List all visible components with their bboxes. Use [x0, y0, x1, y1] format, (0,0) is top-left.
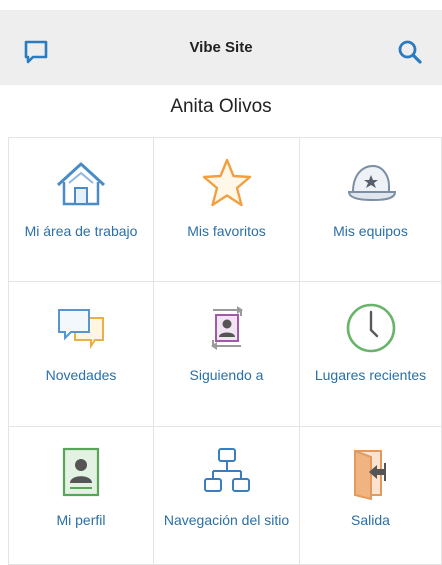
tile-label: Navegación del sitio	[163, 512, 290, 528]
search-button[interactable]	[396, 38, 424, 66]
tile-recent-places[interactable]: Lugares recientes	[300, 282, 442, 427]
menu-grid: Mi área de trabajo Mis favoritos Mis equ…	[8, 137, 442, 565]
tile-label: Siguiendo a	[189, 367, 264, 383]
tile-label: Mis favoritos	[187, 223, 266, 239]
user-name: Anita Olivos	[170, 96, 272, 117]
tile-my-teams[interactable]: Mis equipos	[300, 138, 442, 282]
tile-label: Mis equipos	[333, 223, 408, 239]
tile-label: Lugares recientes	[314, 367, 427, 383]
app-header: Vibe Site	[0, 10, 442, 85]
clock-icon	[346, 303, 395, 353]
tile-news[interactable]: Novedades	[8, 282, 154, 427]
following-icon	[210, 306, 243, 350]
tile-my-workspace[interactable]: Mi área de trabajo	[8, 138, 154, 282]
logout-door-icon	[353, 449, 386, 501]
tile-site-navigation[interactable]: Navegación del sitio	[154, 427, 300, 565]
tile-label: Mi área de trabajo	[24, 223, 138, 239]
tile-logout[interactable]: Salida	[300, 427, 442, 565]
home-icon	[56, 162, 106, 206]
speech-bubbles-icon	[58, 309, 104, 350]
search-icon	[398, 40, 422, 64]
team-cap-icon	[347, 164, 396, 202]
tile-my-profile[interactable]: Mi perfil	[8, 427, 154, 565]
tile-label: Salida	[351, 512, 390, 528]
tile-label: Mi perfil	[56, 512, 106, 528]
profile-icon	[62, 447, 100, 497]
tile-following[interactable]: Siguiendo a	[154, 282, 300, 427]
app-title: Vibe Site	[189, 39, 253, 56]
star-icon	[202, 158, 251, 207]
sitemap-icon	[203, 448, 250, 492]
tile-label: Novedades	[45, 367, 117, 383]
tile-my-favorites[interactable]: Mis favoritos	[154, 138, 300, 282]
